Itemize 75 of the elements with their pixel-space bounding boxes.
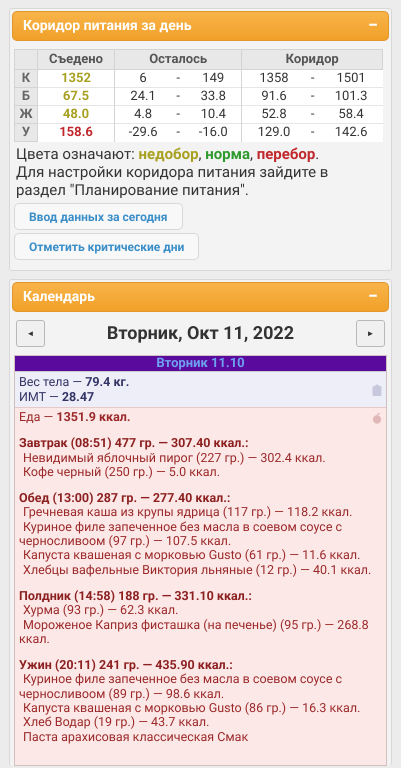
bmi-text: ИМТ — 28.47 xyxy=(19,390,96,405)
collapse-button[interactable]: − xyxy=(368,288,378,306)
range-dash: - xyxy=(306,106,320,124)
table-cell: 158.6 xyxy=(38,124,114,142)
food-item: Мороженое Каприз фисташка (на печенье) (95 гр.) — 268.8 ккал. xyxy=(19,618,370,648)
weight-text: Вес тела — 79.4 кг. xyxy=(19,375,130,390)
food-item: Капуста квашеная с морковью Gusto (61 гр.) — 11.6 ккал. xyxy=(22,549,362,564)
range-dash: - xyxy=(306,88,320,106)
legend-item: норма xyxy=(205,145,250,163)
legend-separator: , xyxy=(250,145,253,163)
panel-title: Календарь xyxy=(23,289,95,305)
food-item: Куриное филе запеченное без масла в соевом соусе с черносливоом (89 гр.) — 98.6 ккал. xyxy=(19,673,344,702)
row-label: К xyxy=(14,70,38,88)
previous-day-button[interactable]: ◄ xyxy=(16,320,45,347)
table-cell: 101.3 xyxy=(320,88,382,106)
food-item: Капуста квашеная с морковью Gusto (86 гр.) — 16.3 ккал. xyxy=(22,702,362,716)
column-header: Съедено xyxy=(38,50,114,70)
table-cell: 52.8 xyxy=(242,106,306,124)
table-cell: -16.0 xyxy=(185,124,242,142)
table-cell: 129.0 xyxy=(242,124,306,142)
table-cell: 48.0 xyxy=(38,106,114,124)
row-label: Б xyxy=(14,88,38,106)
food-item: Хлебцы вафельные Виктория льняные (12 гр.) — 40.1 ккал. xyxy=(22,564,372,578)
legend-item: перебор xyxy=(256,145,316,163)
table-cell: 6 xyxy=(114,70,172,88)
apple-icon[interactable] xyxy=(372,412,382,424)
legend-separator: , xyxy=(198,145,202,163)
table-cell: 1358 xyxy=(242,70,306,88)
table-cell: 91.6 xyxy=(242,88,306,106)
legend-label: Цвета означают: xyxy=(16,145,135,163)
meal-title: Обед (13:00) 287 гр. — 277.40 ккал.: xyxy=(19,492,230,506)
range-dash: - xyxy=(171,124,186,142)
table-cell: 142.6 xyxy=(320,124,382,142)
food-item: Хлеб Водар (19 гр.) — 43.7 ккал. xyxy=(22,716,210,731)
table-cell: 4.8 xyxy=(114,106,172,124)
action-button[interactable]: Отметить критические дни xyxy=(14,233,200,260)
column-header: Осталось xyxy=(114,50,242,70)
food-item: Хурма (93 гр.) — 62.3 ккал. xyxy=(22,604,180,619)
panel-header[interactable]: Коридор питания за день − xyxy=(12,11,389,41)
row-label: У xyxy=(14,124,38,142)
table-cell: 149 xyxy=(185,70,242,88)
range-dash: - xyxy=(171,88,186,106)
food-total-text: Еда — 1351.9 ккал. xyxy=(19,411,130,426)
table-cell: 1501 xyxy=(320,70,382,88)
food-item: Паста арахисовая классическая Смак xyxy=(22,730,250,745)
table-cell: 33.8 xyxy=(185,88,242,106)
table-cell: 58.4 xyxy=(320,106,382,124)
meal-title: Завтрак (08:51) 477 гр. — 307.40 ккал.: xyxy=(19,437,250,452)
range-dash: - xyxy=(171,106,186,124)
meal-title: Ужин (20:11) 241 гр. — 435.90 ккал.: xyxy=(19,659,234,674)
action-button[interactable]: Ввод данных за сегодня xyxy=(14,203,183,230)
note-text: Для настройки коридора питания зайдите в раздел "Планирование питания". xyxy=(16,163,330,199)
table-cell: 67.5 xyxy=(38,88,114,106)
meal-title: Полдник (14:58) 188 гр. — 331.10 ккал.: xyxy=(19,590,253,604)
range-dash: - xyxy=(306,124,320,142)
table-cell: 1352 xyxy=(38,70,114,88)
scale-icon[interactable] xyxy=(372,384,382,396)
day-header: Вторник 11.10 xyxy=(15,356,386,371)
legend-end: . xyxy=(315,145,320,163)
legend-item: недобор xyxy=(138,145,199,163)
collapse-button[interactable]: − xyxy=(368,17,378,35)
food-item: Невидимый яблочный пирог (227 гр.) — 302.4 ккал. xyxy=(22,452,327,466)
row-label: Ж xyxy=(14,106,38,124)
table-cell: 10.4 xyxy=(185,106,242,124)
table-cell: 24.1 xyxy=(114,88,172,106)
next-day-button[interactable]: ► xyxy=(356,320,385,347)
date-title: Вторник, Окт 11, 2022 xyxy=(106,323,294,344)
food-item: Кофе черный (250 гр.) — 5.0 ккал. xyxy=(22,466,220,480)
column-header: Коридор xyxy=(242,50,382,70)
food-item: Куриное филе запеченное без масла в соевом соусе с черносливоом (97 гр.) — 107.5 ккал. xyxy=(19,520,344,550)
panel-title: Коридор питания за день xyxy=(23,18,192,34)
table-cell: -29.6 xyxy=(114,124,172,142)
panel-header[interactable]: Календарь − xyxy=(12,282,389,312)
range-dash: - xyxy=(171,70,186,88)
food-item: Гречневая каша из крупы ядрица (117 гр.) — 118.2 ккал. xyxy=(22,506,354,521)
